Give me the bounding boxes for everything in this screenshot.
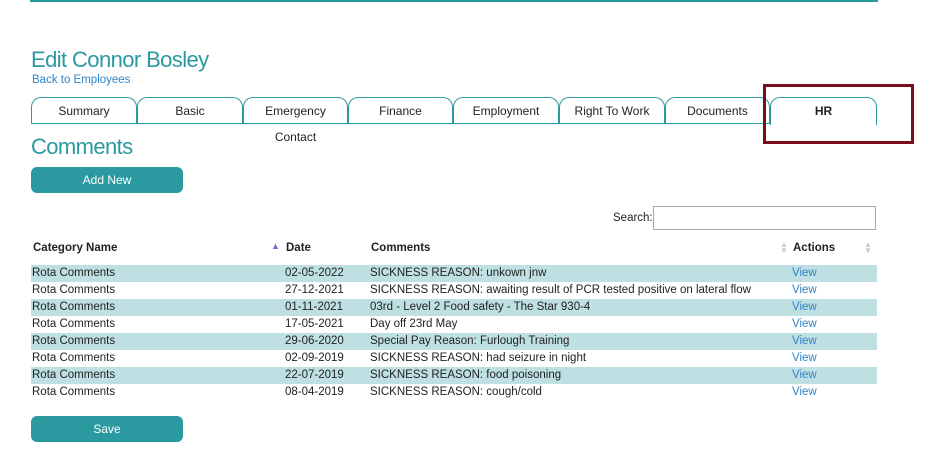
comment-cell: SICKNESS REASON: had seizure in night — [370, 352, 587, 364]
date-cell: 17-05-2021 — [285, 318, 344, 330]
comment-cell: Day off 23rd May — [370, 318, 458, 330]
comment-cell: SICKNESS REASON: cough/cold — [370, 386, 542, 398]
view-link[interactable]: View — [792, 316, 817, 333]
add-new-button[interactable]: Add New — [31, 167, 183, 193]
view-link[interactable]: View — [792, 282, 817, 299]
category-cell: Rota Comments — [32, 301, 116, 313]
category-cell: Rota Comments — [32, 267, 116, 279]
table-row: Rota Comments 01-11-2021 03rd - Level 2 … — [31, 299, 877, 316]
table-row: Rota Comments 08-04-2019 SICKNESS REASON… — [31, 384, 877, 401]
category-cell: Rota Comments — [32, 318, 116, 330]
date-cell: 02-09-2019 — [285, 352, 344, 364]
date-cell: 27-12-2021 — [285, 284, 344, 296]
tab-bar-baseline — [31, 123, 877, 124]
search-label: Search: — [613, 212, 653, 224]
date-cell: 29-06-2020 — [285, 335, 344, 347]
tab-emergency-contact[interactable]: Emergency Contact — [243, 97, 348, 144]
comment-cell: Special Pay Reason: Furlough Training — [370, 335, 570, 347]
hr-tab-highlight — [763, 84, 914, 144]
tab-bar: Summary Basic Emergency Contact Finance … — [31, 97, 877, 144]
view-link[interactable]: View — [792, 333, 817, 350]
comment-cell: SICKNESS REASON: awaiting result of PCR … — [370, 284, 751, 296]
save-button[interactable]: Save — [31, 416, 183, 442]
category-cell: Rota Comments — [32, 284, 116, 296]
view-link[interactable]: View — [792, 367, 817, 384]
comment-cell: SICKNESS REASON: unkown jnw — [370, 267, 547, 279]
tab-employment[interactable]: Employment — [453, 97, 559, 123]
date-cell: 22-07-2019 — [285, 369, 344, 381]
search-input[interactable] — [653, 206, 876, 230]
back-to-employees-link[interactable]: Back to Employees — [32, 74, 130, 86]
comment-cell: SICKNESS REASON: food poisoning — [370, 369, 562, 381]
comments-table-body: Rota Comments 02-05-2022 SICKNESS REASON… — [31, 265, 877, 401]
table-row: Rota Comments 02-05-2022 SICKNESS REASON… — [31, 265, 877, 282]
comments-heading: Comments — [31, 134, 133, 159]
category-cell: Rota Comments — [32, 369, 116, 381]
tab-basic[interactable]: Basic — [137, 97, 243, 123]
date-cell: 08-04-2019 — [285, 386, 344, 398]
page-title: Edit Connor Bosley — [31, 47, 209, 72]
table-row: Rota Comments 17-05-2021 Day off 23rd Ma… — [31, 316, 877, 333]
view-link[interactable]: View — [792, 299, 817, 316]
column-header-category-name[interactable]: Category Name — [33, 242, 117, 254]
table-row: Rota Comments 29-06-2020 Special Pay Rea… — [31, 333, 877, 350]
tab-summary[interactable]: Summary — [31, 97, 137, 123]
table-row: Rota Comments 27-12-2021 SICKNESS REASON… — [31, 282, 877, 299]
tab-finance[interactable]: Finance — [348, 97, 453, 123]
category-cell: Rota Comments — [32, 335, 116, 347]
table-row: Rota Comments 22-07-2019 SICKNESS REASON… — [31, 367, 877, 384]
category-cell: Rota Comments — [32, 386, 116, 398]
category-cell: Rota Comments — [32, 352, 116, 364]
table-row: Rota Comments 02-09-2019 SICKNESS REASON… — [31, 350, 877, 367]
column-header-actions[interactable]: Actions — [793, 242, 835, 254]
sort-both-icon: ▲ ▼ — [864, 240, 872, 255]
date-cell: 02-05-2022 — [285, 267, 344, 279]
sort-both-icon: ▲ ▼ — [780, 240, 788, 255]
comment-cell: 03rd - Level 2 Food safety - The Star 93… — [370, 301, 591, 313]
top-divider — [30, 0, 878, 2]
date-cell: 01-11-2021 — [285, 301, 343, 313]
tab-right-to-work[interactable]: Right To Work — [559, 97, 665, 123]
view-link[interactable]: View — [792, 384, 817, 401]
view-link[interactable]: View — [792, 350, 817, 367]
sort-ascending-icon: ▲ — [271, 241, 280, 251]
column-header-date[interactable]: Date — [286, 242, 311, 254]
column-header-comments[interactable]: Comments — [371, 242, 430, 254]
view-link[interactable]: View — [792, 265, 817, 282]
tab-documents[interactable]: Documents — [665, 97, 770, 123]
